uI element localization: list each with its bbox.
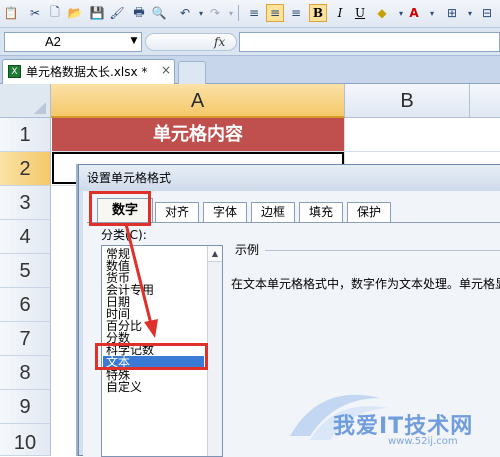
annotation-arrow-head (144, 319, 158, 338)
watermark-url: www.52ij.com (388, 436, 458, 447)
annotation-arrow (124, 223, 158, 338)
annotation-arrow-line (124, 223, 153, 325)
